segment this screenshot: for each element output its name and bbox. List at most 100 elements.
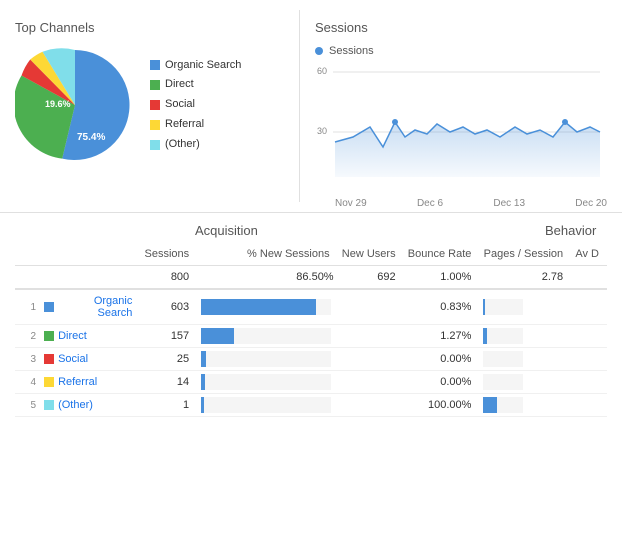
sessions-title: Sessions <box>315 20 607 35</box>
bounce-rate-5: 100.00% <box>404 394 480 417</box>
legend-item-direct: Direct <box>150 75 241 95</box>
referral-color <box>150 120 160 130</box>
pie-legend: Organic Search Direct Social Referral (O… <box>150 56 241 155</box>
channel-link-3[interactable]: Social <box>58 353 88 365</box>
legend-label-social: Social <box>165 95 195 115</box>
social-color <box>150 100 160 110</box>
svg-text:30: 30 <box>317 126 327 136</box>
sessions-legend-label: Sessions <box>329 45 374 57</box>
col-header-avg-duration[interactable]: Av D <box>571 243 607 266</box>
row-num-5: 5 <box>15 394 40 417</box>
sessions-4: 14 <box>140 371 197 394</box>
svg-text:19.6%: 19.6% <box>45 99 71 109</box>
behavior-header: Behavior <box>545 223 596 238</box>
x-axis-labels: Nov 29 Dec 6 Dec 13 Dec 20 <box>315 198 607 209</box>
total-pages-session: 2.78 <box>479 266 571 290</box>
total-sessions: 800 <box>140 266 197 290</box>
new-sessions-bar-4 <box>197 371 337 394</box>
top-channels-title: Top Channels <box>15 20 284 35</box>
legend-label-direct: Direct <box>165 75 194 95</box>
sessions-dot-icon <box>315 47 323 55</box>
x-label-dec13: Dec 13 <box>493 198 525 209</box>
channel-cell-3[interactable]: Social <box>40 348 140 371</box>
col-header-bounce-rate[interactable]: Bounce Rate <box>404 243 480 266</box>
total-new-users: 692 <box>338 266 404 290</box>
new-sessions-bar-1 <box>197 289 337 325</box>
sessions-3: 25 <box>140 348 197 371</box>
legend-label-organic: Organic Search <box>165 56 241 76</box>
bounce-rate-2: 1.27% <box>404 325 480 348</box>
x-label-dec20: Dec 20 <box>575 198 607 209</box>
channel-color-2 <box>44 331 54 341</box>
new-users-1 <box>338 289 404 325</box>
pages-bar-3 <box>479 348 571 371</box>
channel-cell-2[interactable]: Direct <box>40 325 140 348</box>
data-table: Sessions % New Sessions New Users Bounce… <box>15 243 607 417</box>
row-num-3: 3 <box>15 348 40 371</box>
col-header-channel <box>40 243 140 266</box>
channel-link-2[interactable]: Direct <box>58 330 87 342</box>
bounce-rate-4: 0.00% <box>404 371 480 394</box>
bottom-section: Acquisition Behavior Sessions % New Sess… <box>0 213 622 427</box>
new-sessions-bar-5 <box>197 394 337 417</box>
svg-text:60: 60 <box>317 66 327 76</box>
channel-color-4 <box>44 377 54 387</box>
table-row: 5 (Other) 1 100.00% <box>15 394 607 417</box>
x-label-dec6: Dec 6 <box>417 198 443 209</box>
mini-bar-fill-2 <box>483 328 486 344</box>
channel-link-5[interactable]: (Other) <box>58 399 93 411</box>
x-label-nov29: Nov 29 <box>335 198 367 209</box>
total-bounce-rate: 1.00% <box>404 266 480 290</box>
channel-color-1 <box>44 302 54 312</box>
pages-bar-1 <box>479 289 571 325</box>
mini-bar-fill-5 <box>483 397 497 413</box>
row-num-2: 2 <box>15 325 40 348</box>
table-row: 4 Referral 14 0.00% <box>15 371 607 394</box>
channel-color-5 <box>44 400 54 410</box>
sessions-5: 1 <box>140 394 197 417</box>
pages-bar-5 <box>479 394 571 417</box>
total-row: 800 86.50% 692 1.00% 2.78 <box>15 266 607 290</box>
bar-fill-3 <box>201 351 206 367</box>
col-header-sessions[interactable]: Sessions <box>140 243 197 266</box>
sessions-2: 157 <box>140 325 197 348</box>
col-header-pages-session[interactable]: Pages / Session <box>479 243 571 266</box>
new-users-3 <box>338 348 404 371</box>
sessions-legend: Sessions <box>315 45 607 57</box>
col-header-new-sessions-pct[interactable]: % New Sessions <box>197 243 337 266</box>
legend-label-other: (Other) <box>165 135 200 155</box>
top-channels-panel: Top Channels 19.6% 7 <box>0 10 300 202</box>
new-sessions-bar-3 <box>197 348 337 371</box>
direct-color <box>150 80 160 90</box>
legend-item-referral: Referral <box>150 115 241 135</box>
table-row: 3 Social 25 0.00% <box>15 348 607 371</box>
channel-cell-1[interactable]: Organic Search <box>40 289 140 325</box>
channel-link-4[interactable]: Referral <box>58 376 97 388</box>
new-users-2 <box>338 325 404 348</box>
bounce-rate-1: 0.83% <box>404 289 480 325</box>
line-chart: 60 30 <box>315 62 607 192</box>
organic-search-color <box>150 60 160 70</box>
bar-fill-1 <box>201 299 315 315</box>
channel-cell-5[interactable]: (Other) <box>40 394 140 417</box>
legend-item-organic: Organic Search <box>150 56 241 76</box>
sessions-1: 603 <box>140 289 197 325</box>
row-num-4: 4 <box>15 371 40 394</box>
mini-bar-fill-1 <box>483 299 484 315</box>
other-color <box>150 140 160 150</box>
acquisition-header: Acquisition <box>195 223 545 238</box>
new-users-4 <box>338 371 404 394</box>
legend-item-social: Social <box>150 95 241 115</box>
svg-text:75.4%: 75.4% <box>77 132 105 143</box>
new-sessions-bar-2 <box>197 325 337 348</box>
bounce-rate-3: 0.00% <box>404 348 480 371</box>
new-users-5 <box>338 394 404 417</box>
section-headers: Acquisition Behavior <box>15 223 607 238</box>
bar-fill-4 <box>201 374 205 390</box>
pages-bar-2 <box>479 325 571 348</box>
sessions-panel: Sessions Sessions 60 30 <box>300 10 622 202</box>
col-header-new-users[interactable]: New Users <box>338 243 404 266</box>
channel-link-1[interactable]: Organic Search <box>58 295 132 319</box>
channel-cell-4[interactable]: Referral <box>40 371 140 394</box>
legend-item-other: (Other) <box>150 135 241 155</box>
